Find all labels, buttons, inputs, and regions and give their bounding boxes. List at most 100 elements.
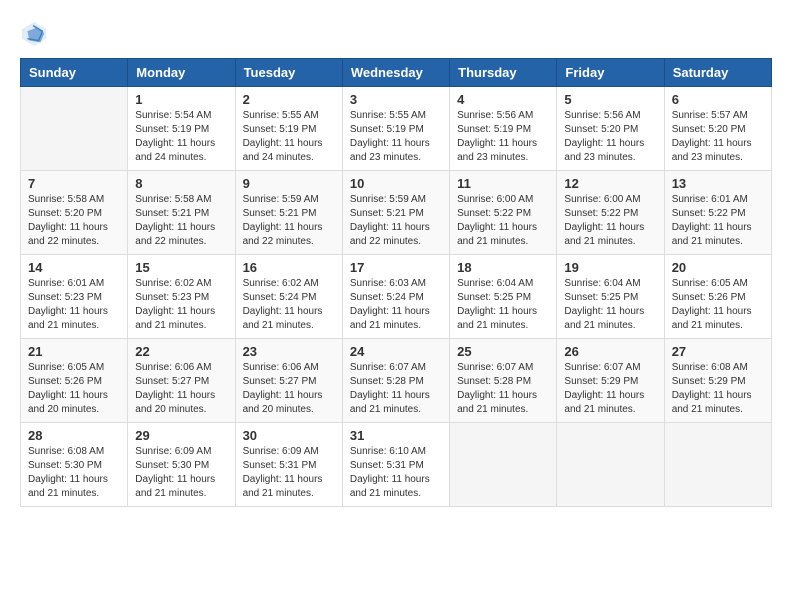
calendar-cell: 16 Sunrise: 6:02 AM Sunset: 5:24 PM Dayli… [235,255,342,339]
calendar-cell: 14Sunrise: 6:01 AM Sunset: 5:23 PM Dayli… [21,255,128,339]
day-number: 11 [457,176,549,191]
day-info: Sunrise: 6:02 AM Sunset: 5:23 PM Dayligh… [135,277,227,333]
day-info: Sunrise: 6:01 AM Sunset: 5:22 PM Dayligh… [672,193,764,249]
day-number: 22 [135,344,227,359]
day-info: Sunrise: 6:10 AM Sunset: 5:31 PM Dayligh… [350,445,442,501]
calendar-cell: 24Sunrise: 6:07 AM Sunset: 5:28 PM Dayli… [342,339,449,423]
day-info: Sunrise: 6:05 AM Sunset: 5:26 PM Dayligh… [672,277,764,333]
calendar-cell: 15 Sunrise: 6:02 AM Sunset: 5:23 PM Dayli… [128,255,235,339]
day-info: Sunrise: 5:59 AM Sunset: 5:21 PM Dayligh… [243,193,335,249]
calendar-cell: 18 Sunrise: 6:04 AM Sunset: 5:25 PM Dayli… [450,255,557,339]
week-row-2: 7 Sunrise: 5:58 AM Sunset: 5:20 PM Daylig… [21,171,772,255]
day-number: 14 [28,260,120,275]
day-info: Sunrise: 5:56 AM Sunset: 5:20 PM Dayligh… [564,109,656,165]
day-info: Sunrise: 5:54 AM Sunset: 5:19 PM Dayligh… [135,109,227,165]
calendar-cell: 6 Sunrise: 5:57 AM Sunset: 5:20 PM Daylig… [664,87,771,171]
day-number: 2 [243,92,335,107]
day-number: 16 [243,260,335,275]
week-row-5: 28 Sunrise: 6:08 AM Sunset: 5:30 PM Dayli… [21,423,772,507]
calendar-cell [450,423,557,507]
day-number: 7 [28,176,120,191]
weekday-header-monday: Monday [128,59,235,87]
day-number: 1 [135,92,227,107]
calendar-cell: 17Sunrise: 6:03 AM Sunset: 5:24 PM Dayli… [342,255,449,339]
calendar-cell: 20 Sunrise: 6:05 AM Sunset: 5:26 PM Dayli… [664,255,771,339]
calendar-cell: 5 Sunrise: 5:56 AM Sunset: 5:20 PM Daylig… [557,87,664,171]
day-number: 3 [350,92,442,107]
day-info: Sunrise: 5:58 AM Sunset: 5:20 PM Dayligh… [28,193,120,249]
calendar-cell: 26 Sunrise: 6:07 AM Sunset: 5:29 PM Dayli… [557,339,664,423]
week-row-4: 21Sunrise: 6:05 AM Sunset: 5:26 PM Dayli… [21,339,772,423]
day-info: Sunrise: 6:07 AM Sunset: 5:28 PM Dayligh… [457,361,549,417]
day-number: 9 [243,176,335,191]
calendar-cell: 11 Sunrise: 6:00 AM Sunset: 5:22 PM Dayli… [450,171,557,255]
calendar-cell [21,87,128,171]
calendar-cell: 25Sunrise: 6:07 AM Sunset: 5:28 PM Dayli… [450,339,557,423]
calendar-cell: 28 Sunrise: 6:08 AM Sunset: 5:30 PM Dayli… [21,423,128,507]
week-row-3: 14Sunrise: 6:01 AM Sunset: 5:23 PM Dayli… [21,255,772,339]
calendar-cell: 8Sunrise: 5:58 AM Sunset: 5:21 PM Daylig… [128,171,235,255]
day-info: Sunrise: 5:55 AM Sunset: 5:19 PM Dayligh… [243,109,335,165]
logo [20,20,52,48]
calendar-cell: 7 Sunrise: 5:58 AM Sunset: 5:20 PM Daylig… [21,171,128,255]
calendar-cell: 31 Sunrise: 6:10 AM Sunset: 5:31 PM Dayli… [342,423,449,507]
day-info: Sunrise: 6:07 AM Sunset: 5:28 PM Dayligh… [350,361,442,417]
day-number: 19 [564,260,656,275]
day-number: 5 [564,92,656,107]
day-number: 28 [28,428,120,443]
day-number: 27 [672,344,764,359]
week-row-1: 1 Sunrise: 5:54 AM Sunset: 5:19 PM Daylig… [21,87,772,171]
calendar-cell: 4 Sunrise: 5:56 AM Sunset: 5:19 PM Daylig… [450,87,557,171]
day-info: Sunrise: 6:07 AM Sunset: 5:29 PM Dayligh… [564,361,656,417]
weekday-header-friday: Friday [557,59,664,87]
calendar-cell: 1 Sunrise: 5:54 AM Sunset: 5:19 PM Daylig… [128,87,235,171]
day-number: 26 [564,344,656,359]
day-info: Sunrise: 6:03 AM Sunset: 5:24 PM Dayligh… [350,277,442,333]
day-info: Sunrise: 6:08 AM Sunset: 5:30 PM Dayligh… [28,445,120,501]
day-number: 21 [28,344,120,359]
day-info: Sunrise: 5:56 AM Sunset: 5:19 PM Dayligh… [457,109,549,165]
day-number: 30 [243,428,335,443]
day-info: Sunrise: 6:04 AM Sunset: 5:25 PM Dayligh… [457,277,549,333]
day-info: Sunrise: 5:55 AM Sunset: 5:19 PM Dayligh… [350,109,442,165]
day-info: Sunrise: 6:08 AM Sunset: 5:29 PM Dayligh… [672,361,764,417]
day-info: Sunrise: 5:58 AM Sunset: 5:21 PM Dayligh… [135,193,227,249]
calendar-cell: 2 Sunrise: 5:55 AM Sunset: 5:19 PM Daylig… [235,87,342,171]
day-info: Sunrise: 6:00 AM Sunset: 5:22 PM Dayligh… [564,193,656,249]
calendar-cell: 29Sunrise: 6:09 AM Sunset: 5:30 PM Dayli… [128,423,235,507]
day-info: Sunrise: 6:00 AM Sunset: 5:22 PM Dayligh… [457,193,549,249]
weekday-header-wednesday: Wednesday [342,59,449,87]
day-number: 12 [564,176,656,191]
day-info: Sunrise: 5:59 AM Sunset: 5:21 PM Dayligh… [350,193,442,249]
day-info: Sunrise: 6:06 AM Sunset: 5:27 PM Dayligh… [135,361,227,417]
weekday-header-thursday: Thursday [450,59,557,87]
calendar-cell: 22 Sunrise: 6:06 AM Sunset: 5:27 PM Dayli… [128,339,235,423]
day-number: 23 [243,344,335,359]
day-number: 6 [672,92,764,107]
day-info: Sunrise: 6:04 AM Sunset: 5:25 PM Dayligh… [564,277,656,333]
header [20,20,772,48]
weekday-header-row: SundayMondayTuesdayWednesdayThursdayFrid… [21,59,772,87]
logo-icon [20,20,48,48]
day-number: 4 [457,92,549,107]
calendar-cell: 21Sunrise: 6:05 AM Sunset: 5:26 PM Dayli… [21,339,128,423]
weekday-header-sunday: Sunday [21,59,128,87]
weekday-header-tuesday: Tuesday [235,59,342,87]
day-number: 15 [135,260,227,275]
calendar-cell [664,423,771,507]
calendar-cell: 3 Sunrise: 5:55 AM Sunset: 5:19 PM Daylig… [342,87,449,171]
day-number: 10 [350,176,442,191]
calendar-cell: 9 Sunrise: 5:59 AM Sunset: 5:21 PM Daylig… [235,171,342,255]
day-info: Sunrise: 6:09 AM Sunset: 5:30 PM Dayligh… [135,445,227,501]
calendar-cell: 12 Sunrise: 6:00 AM Sunset: 5:22 PM Dayli… [557,171,664,255]
day-info: Sunrise: 6:02 AM Sunset: 5:24 PM Dayligh… [243,277,335,333]
calendar-cell: 30Sunrise: 6:09 AM Sunset: 5:31 PM Dayli… [235,423,342,507]
calendar-cell: 19 Sunrise: 6:04 AM Sunset: 5:25 PM Dayli… [557,255,664,339]
day-number: 31 [350,428,442,443]
day-number: 18 [457,260,549,275]
calendar-cell [557,423,664,507]
day-number: 20 [672,260,764,275]
day-info: Sunrise: 5:57 AM Sunset: 5:20 PM Dayligh… [672,109,764,165]
calendar-cell: 23 Sunrise: 6:06 AM Sunset: 5:27 PM Dayli… [235,339,342,423]
day-info: Sunrise: 6:06 AM Sunset: 5:27 PM Dayligh… [243,361,335,417]
